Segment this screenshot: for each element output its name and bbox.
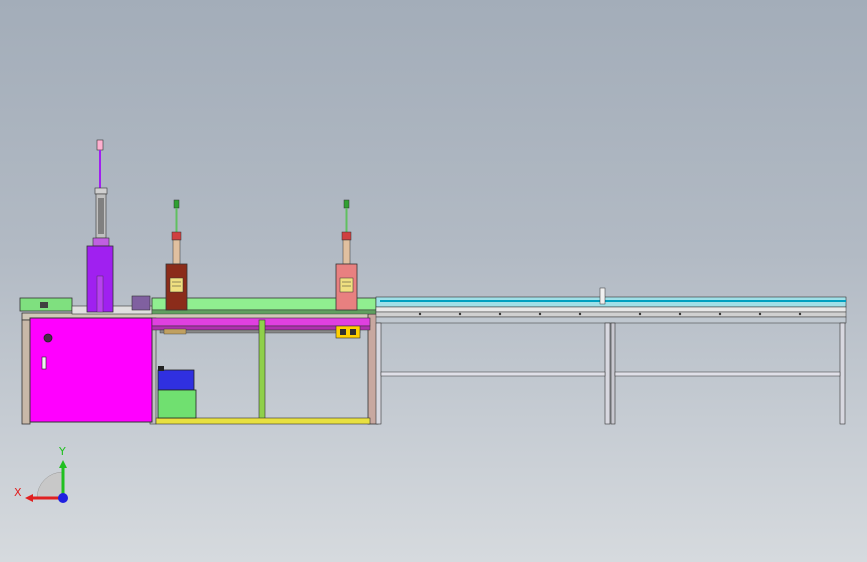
x-axis-label: X <box>14 486 22 499</box>
motor-box <box>131 295 151 311</box>
clamp-cylinder-1[interactable] <box>165 199 188 311</box>
cad-viewport[interactable]: X Y <box>0 0 867 562</box>
green-support-post <box>258 319 266 421</box>
hydraulic-unit[interactable] <box>157 366 197 419</box>
z-axis-icon <box>58 493 68 503</box>
machine-assembly-drawing[interactable]: X Y <box>0 0 867 562</box>
electrical-cabinet[interactable] <box>29 317 153 423</box>
outfeed-conveyor[interactable] <box>375 287 847 324</box>
y-axis-label: Y <box>58 445 66 458</box>
slide-table[interactable] <box>19 297 377 315</box>
clamp-cylinder-2[interactable] <box>335 199 358 311</box>
conveyor-legs <box>375 322 846 425</box>
main-cylinder[interactable] <box>86 139 114 313</box>
coordinate-triad: X Y <box>14 445 68 503</box>
bottom-crossbar <box>155 417 371 425</box>
length-stop[interactable] <box>599 287 606 305</box>
cabinet-lock-icon <box>43 333 53 343</box>
cabinet-handle <box>41 356 47 370</box>
